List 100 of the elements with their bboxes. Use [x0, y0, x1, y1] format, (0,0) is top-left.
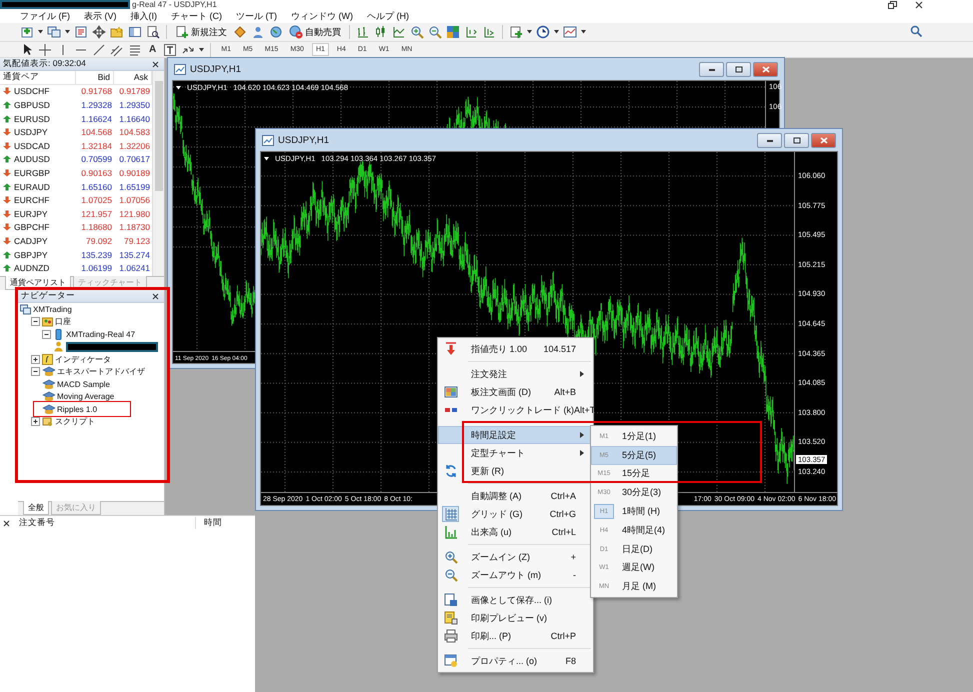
chart-shift-icon[interactable]: [464, 25, 478, 39]
caret-icon[interactable]: [554, 30, 559, 34]
windows-icon[interactable]: [47, 25, 61, 39]
menu-item[interactable]: 印刷プレビュー (v): [438, 609, 593, 627]
crosshair-icon[interactable]: [38, 42, 52, 56]
user-icon[interactable]: [251, 25, 265, 39]
scrollbar[interactable]: [152, 71, 164, 276]
menu-item[interactable]: 画像として保存... (i): [438, 591, 593, 609]
panel-icon[interactable]: [128, 25, 142, 39]
window-title: USDJPY,H1: [278, 134, 330, 146]
maximize-button[interactable]: [726, 62, 751, 76]
scroll-icon: [42, 416, 53, 428]
bid-cell-text: 0.90163: [80, 166, 113, 180]
search-icon[interactable]: [909, 24, 923, 38]
auto-trade-button[interactable]: 自動売買: [287, 24, 343, 40]
tree-item[interactable]: スクリプト: [55, 417, 95, 426]
menu-item[interactable]: チャート (C): [171, 10, 222, 22]
text-label-icon[interactable]: [163, 42, 178, 56]
zoom-in-icon[interactable]: [410, 25, 424, 39]
caret-icon[interactable]: [527, 30, 532, 34]
autoscroll-icon[interactable]: [482, 25, 496, 39]
bar-chart-icon[interactable]: [356, 25, 370, 39]
menu-item[interactable]: 表示 (V): [84, 10, 116, 22]
clock-icon[interactable]: [536, 25, 550, 39]
menu-item[interactable]: 自動調整 (A) Ctrl+A: [438, 487, 593, 505]
move-arrows-icon[interactable]: [92, 25, 106, 39]
menu-item[interactable]: グリッド (G) Ctrl+G: [438, 505, 593, 523]
minimize-icon[interactable]: [708, 66, 716, 72]
list-icon[interactable]: [74, 25, 88, 39]
printer-icon: [444, 629, 458, 643]
document-search-icon[interactable]: [146, 25, 160, 39]
trend-line-icon[interactable]: [92, 42, 106, 56]
menu-item[interactable]: 定型チャート: [438, 444, 593, 462]
tree-item[interactable]: MACD Sample: [57, 380, 110, 389]
menu-item[interactable]: 印刷... (P) Ctrl+P: [438, 627, 593, 645]
expand-icon[interactable]: [31, 417, 40, 426]
plus-icon[interactable]: [509, 25, 523, 39]
minimize-icon[interactable]: [766, 137, 774, 143]
bid-cell-text: 1.18680: [80, 221, 113, 234]
folder-star-icon[interactable]: [110, 25, 124, 39]
tree-item[interactable]: インディケータ: [55, 354, 111, 364]
expand-icon[interactable]: [31, 354, 40, 364]
menu-item[interactable]: 挿入(I): [130, 10, 157, 22]
column-header[interactable]: 通貨ペア: [0, 71, 76, 85]
close-icon[interactable]: [915, 0, 923, 8]
dropdown-icon[interactable]: [176, 86, 181, 90]
menu-item[interactable]: 注文発注: [438, 365, 593, 383]
column-header[interactable]: 注文番号: [17, 517, 195, 529]
caret-icon[interactable]: [199, 48, 204, 52]
zoom-out-icon[interactable]: [428, 25, 442, 39]
menu-item[interactable]: ヘルプ (H): [367, 10, 409, 22]
minimize-button[interactable]: [699, 62, 724, 76]
line-chart-icon[interactable]: [392, 25, 406, 39]
menu-item[interactable]: 更新 (R): [438, 462, 593, 480]
close-icon[interactable]: [3, 520, 10, 526]
ask-cell-text: 121.980: [118, 208, 151, 221]
tree-item[interactable]: エキスパートアドバイザ: [57, 367, 145, 376]
tree-item[interactable]: Ripples 1.0: [57, 404, 98, 414]
tree-item[interactable]: XMTrading: [33, 304, 72, 314]
menu-item[interactable]: プロパティ... (o) F8: [438, 652, 593, 670]
caret-icon[interactable]: [65, 30, 70, 34]
minimize-button[interactable]: [757, 132, 782, 148]
template-icon[interactable]: [563, 25, 577, 39]
panel-tab[interactable]: 全般: [23, 501, 49, 515]
collapse-icon[interactable]: [31, 317, 40, 326]
menu-item[interactable]: 指値売り 1.00 104.517: [438, 340, 593, 358]
fibonacci-icon[interactable]: [128, 42, 142, 56]
close-button[interactable]: [753, 62, 778, 76]
caret-icon[interactable]: [38, 30, 43, 34]
close-button[interactable]: [811, 132, 836, 148]
diamond-icon[interactable]: [233, 25, 247, 39]
caret-icon[interactable]: [581, 30, 586, 34]
menu-item[interactable]: ウィンドウ (W): [291, 10, 353, 22]
tree-item[interactable]: Moving Average: [57, 392, 114, 402]
menu-item[interactable]: ズームイン (Z) +: [438, 548, 593, 566]
maximize-icon[interactable]: [792, 136, 800, 144]
plus-window-icon[interactable]: [20, 25, 34, 39]
maximize-icon[interactable]: [734, 66, 742, 72]
menu-item[interactable]: 板注文画面 (D) Alt+B: [438, 383, 593, 401]
ask-cell-text: 1.16640: [118, 112, 151, 126]
tile-windows-icon[interactable]: [446, 25, 460, 39]
tree-item[interactable]: XMTrading-Real 47: [66, 330, 136, 339]
tree-item[interactable]: 口座: [55, 317, 71, 326]
dropdown-icon[interactable]: [264, 156, 269, 160]
menu-item[interactable]: ズームアウト (m) -: [438, 566, 593, 584]
new-order-button[interactable]: 新規注文: [173, 24, 229, 40]
menu-item[interactable]: ツール (T): [236, 10, 277, 22]
text-tool[interactable]: A: [146, 44, 160, 55]
menu-item[interactable]: 時間足設定: [438, 426, 593, 444]
close-icon[interactable]: [152, 292, 159, 300]
column-header[interactable]: Bid: [76, 71, 114, 85]
close-icon[interactable]: [152, 60, 159, 68]
maximize-button[interactable]: [784, 132, 809, 148]
restore-icon[interactable]: [888, 0, 897, 8]
globe-icon[interactable]: [269, 25, 283, 39]
collapse-icon[interactable]: [31, 367, 40, 376]
collapse-icon[interactable]: [42, 330, 51, 339]
graduation-cap-icon: [42, 378, 55, 390]
menu-item[interactable]: ファイル (F): [20, 10, 70, 22]
menu-item[interactable]: 出来高 (u) Ctrl+L: [438, 523, 593, 541]
